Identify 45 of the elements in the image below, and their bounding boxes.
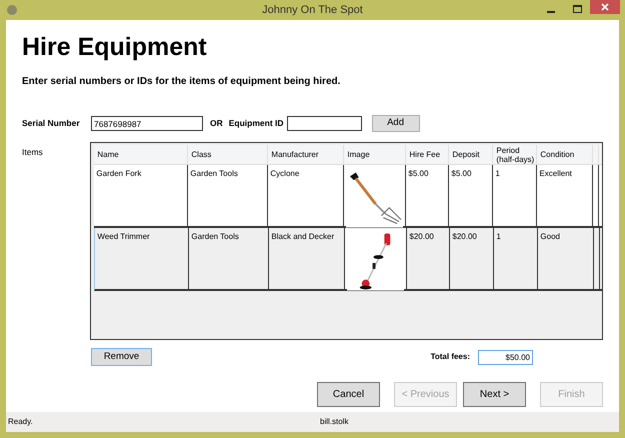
- wizard-button[interactable]: Cancel: [317, 382, 380, 407]
- close-icon: [601, 3, 609, 11]
- table-cell: $5.00: [408, 169, 428, 178]
- table-row[interactable]: Garden Fork Garden Tools Cyclone $5.00 $5.00 1 Excellent: [94, 165, 602, 228]
- table-cell: Weed Trimmer: [97, 232, 150, 241]
- or-label: OR: [210, 117, 223, 130]
- status-user: bill.stolk: [320, 416, 348, 428]
- add-button[interactable]: Add: [372, 115, 420, 132]
- table-cell: Garden Tools: [191, 232, 239, 241]
- window-title: Johnny On The Spot: [262, 2, 363, 18]
- table-cell: $20.00: [452, 232, 477, 241]
- equipment-id-field[interactable]: [286, 116, 362, 131]
- maximize-icon: [572, 5, 582, 13]
- status-message: Ready.: [8, 416, 33, 428]
- table-cell: Garden Fork: [96, 169, 142, 178]
- page-heading: Hire Equipment: [22, 32, 207, 62]
- wizard-button[interactable]: Next >: [463, 382, 526, 407]
- column-header[interactable]: Class: [188, 145, 268, 164]
- column-header[interactable]: Period (half-days): [493, 145, 538, 164]
- table-cell: $20.00: [409, 232, 434, 241]
- column-header[interactable]: Name: [94, 145, 188, 164]
- column-header[interactable]: Image: [344, 145, 406, 164]
- table-row[interactable]: Weed Trimmer Garden Tools Black and Decker $20.00 $20.00 1 Good: [94, 228, 602, 291]
- close-button[interactable]: [590, 0, 620, 14]
- table-cell: $5.00: [451, 169, 472, 178]
- table-cell: 1: [495, 169, 500, 178]
- table-cell: Excellent: [539, 169, 572, 178]
- total-fees-field[interactable]: $50.00: [478, 350, 533, 364]
- total-fees-label: Total fees:: [430, 351, 470, 363]
- table-cell: Black and Decker: [271, 232, 334, 241]
- column-header[interactable]: Manufacturer: [268, 145, 344, 164]
- column-header[interactable]: Hire Fee: [406, 145, 450, 164]
- instructions-text: Enter serial numbers or IDs for the items of equipment being hired.: [22, 75, 340, 89]
- table-cell: Garden Tools: [190, 169, 238, 178]
- app-icon: [6, 4, 19, 16]
- serial-number-label: Serial Number: [22, 117, 81, 130]
- serial-number-field[interactable]: 7687698987: [91, 116, 203, 131]
- items-label: Items: [22, 146, 44, 159]
- table-cell: Good: [540, 232, 560, 241]
- equipment-id-label: Equipment ID: [228, 117, 284, 130]
- table-cell: 1: [496, 232, 501, 241]
- remove-button[interactable]: Remove: [91, 348, 152, 366]
- table-cell: Cyclone: [270, 169, 300, 178]
- column-header[interactable]: Deposit: [449, 145, 494, 164]
- column-header[interactable]: Condition: [537, 145, 594, 164]
